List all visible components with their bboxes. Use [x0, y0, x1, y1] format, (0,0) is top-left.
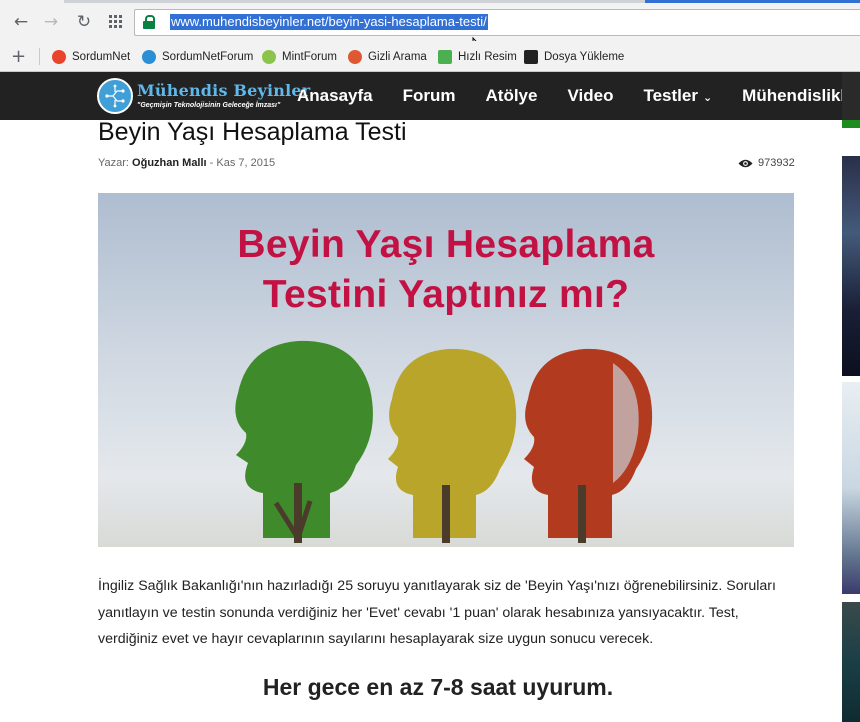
forward-icon[interactable]: → — [39, 10, 63, 34]
sidebar-ad-strip[interactable] — [842, 72, 860, 722]
question-heading: Her gece en az 7-8 saat uyurum. — [262, 674, 614, 700]
menu-testler[interactable]: Testler ⌄ — [643, 72, 712, 120]
bookmark-label: Hızlı Resim — [458, 51, 517, 63]
bookmark-label: MintForum — [282, 51, 337, 63]
bookmark-separator — [39, 48, 40, 65]
view-count: 973932 — [738, 157, 795, 169]
browser-toolbar: ← → ↻ www.muhendisbeyinler.net/beyin-yas… — [0, 3, 860, 41]
article-meta: Yazar: Oğuzhan Mallı - Kas 7, 2015 — [98, 157, 275, 169]
bookmark-sordumnet[interactable]: SordumNet — [52, 49, 130, 65]
brain-circuit-icon — [97, 78, 133, 114]
article-intro: İngiliz Sağlık Bakanlığı'nın hazırladığı… — [98, 578, 776, 647]
add-bookmark-icon[interactable]: + — [11, 46, 26, 67]
main-menu: Anasayfa Forum Atölye Video Testler ⌄ Müh… — [297, 72, 860, 120]
sordumnetforum-icon — [142, 50, 156, 64]
bookmark-dosya-yukleme[interactable]: Dosya Yükleme — [524, 49, 624, 65]
bookmarks-bar: + SordumNet SordumNetForum MintForum Giz… — [0, 41, 860, 72]
logo-title: Mühendis Beyinler — [137, 81, 311, 100]
duckduckgo-icon — [348, 50, 362, 64]
cloud-upload-icon — [524, 50, 538, 64]
hero-headline-line2: Testini Yaptınız mı? — [262, 273, 630, 316]
sordumnet-icon — [52, 50, 66, 64]
hero-image[interactable]: Beyin Yaşı Hesaplama Testini Yaptınız mı… — [98, 193, 794, 547]
bookmark-mintforum[interactable]: MintForum — [262, 49, 337, 65]
apps-icon[interactable] — [104, 10, 128, 34]
eye-icon — [738, 159, 753, 167]
mintforum-icon — [262, 50, 276, 64]
hero-headline-line1: Beyin Yaşı Hesaplama — [237, 223, 655, 266]
bookmark-gizli-arama[interactable]: Gizli Arama — [348, 49, 427, 65]
chevron-down-icon: ⌄ — [702, 91, 713, 104]
lock-icon — [143, 15, 155, 29]
author-link[interactable]: Oğuzhan Mallı — [132, 157, 207, 169]
site-logo[interactable]: Mühendis Beyinler "Geçmişin Teknolojisin… — [97, 76, 310, 116]
back-icon[interactable]: ← — [9, 10, 33, 34]
site-header: Mühendis Beyinler "Geçmişin Teknolojisin… — [0, 72, 860, 120]
address-bar[interactable]: www.muhendisbeyinler.net/beyin-yasi-hesa… — [134, 9, 860, 36]
view-count-value: 973932 — [758, 157, 795, 169]
bookmark-hizli-resim[interactable]: Hızlı Resim — [438, 49, 517, 65]
article-title: Beyin Yaşı Hesaplama Testi — [98, 118, 407, 146]
bookmark-label: Dosya Yükleme — [544, 51, 625, 63]
bookmark-label: Gizli Arama — [368, 51, 427, 63]
bookmark-sordumnetforum[interactable]: SordumNetForum — [142, 49, 253, 65]
menu-anasayfa[interactable]: Anasayfa — [297, 72, 373, 120]
url-text[interactable]: www.muhendisbeyinler.net/beyin-yasi-hesa… — [170, 14, 488, 30]
reload-icon[interactable]: ↻ — [72, 10, 96, 34]
menu-video[interactable]: Video — [567, 72, 613, 120]
meta-separator: - — [209, 157, 214, 169]
bookmark-label: SordumNet — [72, 51, 131, 63]
menu-testler-label: Testler — [643, 86, 698, 105]
bookmark-label: SordumNetForum — [162, 51, 254, 63]
menu-atolye[interactable]: Atölye — [486, 72, 538, 120]
upload-image-icon — [438, 50, 452, 64]
post-date: Kas 7, 2015 — [216, 157, 276, 169]
logo-slogan: "Geçmişin Teknolojisinin Geleceğe İmzası… — [137, 102, 281, 109]
menu-forum[interactable]: Forum — [403, 72, 456, 120]
author-prefix: Yazar: — [98, 157, 129, 169]
